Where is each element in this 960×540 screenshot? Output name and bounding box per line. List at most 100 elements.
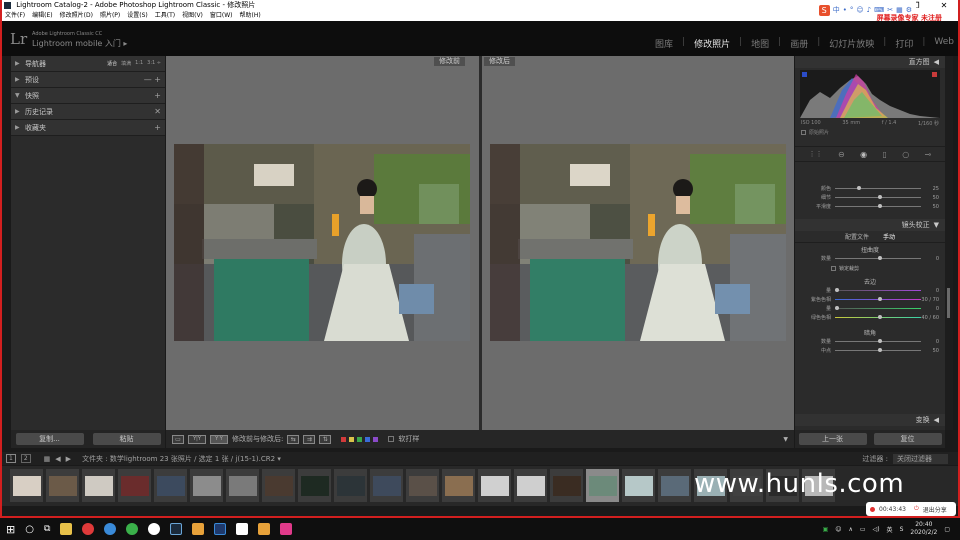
lightroom-taskbar-icon[interactable] xyxy=(170,523,183,535)
slider-knob[interactable] xyxy=(878,315,882,319)
filmstrip-thumbnail[interactable] xyxy=(514,469,547,502)
slider-knob[interactable] xyxy=(878,256,882,260)
collections-panel-header[interactable]: ▶ 收藏夹 + xyxy=(11,120,165,136)
reset-button[interactable]: 复位 xyxy=(873,433,942,445)
grid-view-icon[interactable]: ▦ xyxy=(44,455,51,463)
constrain-crop-checkbox[interactable] xyxy=(831,265,836,271)
app-icon[interactable] xyxy=(236,523,249,535)
yellow-label-icon[interactable] xyxy=(349,436,355,442)
tab-profile[interactable]: 配置文件 xyxy=(845,232,869,241)
menu-file[interactable]: 文件(F) xyxy=(5,11,25,21)
app-icon[interactable] xyxy=(258,523,271,535)
slider-knob[interactable] xyxy=(835,306,839,310)
slider-value[interactable]: 50 xyxy=(921,204,939,210)
forward-arrow-icon[interactable]: ▶ xyxy=(66,455,71,463)
slider-track[interactable] xyxy=(835,315,921,319)
presets-panel-header[interactable]: ▶ 预设 — + xyxy=(11,72,165,88)
file-explorer-icon[interactable] xyxy=(60,523,73,535)
exit-share-button[interactable]: 退出分享 xyxy=(923,505,947,514)
clock[interactable]: 20:40 2020/2/2 xyxy=(910,521,937,537)
green-hue-slider[interactable]: 绿色色相 40 / 60 xyxy=(795,313,945,322)
zoom-3-1[interactable]: 3:1 ÷ xyxy=(147,60,161,67)
add-collection-icon[interactable]: + xyxy=(154,123,161,132)
purple-amount-slider[interactable]: 量 0 xyxy=(795,286,945,295)
back-arrow-icon[interactable]: ◀ xyxy=(55,455,60,463)
slider-value[interactable]: 50 xyxy=(921,348,939,354)
after-photo[interactable] xyxy=(490,144,786,341)
paste-settings-button[interactable]: 粘贴 xyxy=(92,433,161,445)
module-develop[interactable]: 修改照片 xyxy=(694,37,730,50)
zoom-fit[interactable]: 适合 xyxy=(107,60,117,67)
previous-button[interactable]: 上一张 xyxy=(798,433,867,445)
filmstrip-thumbnail[interactable] xyxy=(190,469,223,502)
module-web[interactable]: Web xyxy=(934,37,954,50)
radial-filter-icon[interactable]: ○ xyxy=(902,150,909,159)
right-panel-scrollbar[interactable] xyxy=(945,56,953,430)
history-panel-header[interactable]: ▶ 历史记录 ✕ xyxy=(11,104,165,120)
slider-track[interactable] xyxy=(835,195,921,199)
ime-voice-icon[interactable]: ♪ xyxy=(867,6,871,14)
filmstrip-thumbnail[interactable] xyxy=(298,469,331,502)
ime-punct-icon[interactable]: • xyxy=(843,6,847,14)
slider-track[interactable] xyxy=(835,306,921,310)
filter-dropdown[interactable]: 关闭过滤器 xyxy=(893,453,948,464)
slider-knob[interactable] xyxy=(835,288,839,292)
ime-mode-icon[interactable]: 中 xyxy=(833,5,840,15)
menu-photo[interactable]: 照片(P) xyxy=(100,11,120,21)
copy-after-to-before-icon[interactable]: ⇉ xyxy=(303,434,316,444)
purple-hue-slider[interactable]: 紫色色相 30 / 70 xyxy=(795,295,945,304)
show-hidden-icon[interactable]: ∧ xyxy=(849,526,853,533)
start-button-icon[interactable]: ⊞ xyxy=(6,523,15,536)
tray-app-icon[interactable]: ▣ xyxy=(823,526,829,533)
spot-removal-icon[interactable]: ⊖ xyxy=(838,150,845,159)
swap-before-after-icon[interactable]: ⇅ xyxy=(319,434,332,444)
search-icon[interactable]: ○ xyxy=(25,524,34,535)
scrollbar-thumb[interactable] xyxy=(947,288,950,318)
menu-settings[interactable]: 设置(S) xyxy=(127,11,148,21)
filmstrip-thumbnail[interactable] xyxy=(10,469,43,502)
filmstrip-thumbnail[interactable] xyxy=(550,469,583,502)
filmstrip-thumbnail[interactable] xyxy=(442,469,475,502)
slider-value[interactable]: 0 xyxy=(921,339,939,345)
slider-value[interactable]: 0 xyxy=(921,256,939,262)
notification-icon[interactable]: ▢ xyxy=(944,526,950,533)
module-slideshow[interactable]: 幻灯片放映 xyxy=(829,37,874,50)
menu-develop[interactable]: 修改照片(D) xyxy=(60,11,93,21)
navigator-panel-header[interactable]: ▶ 导航器 适合 填满 1:1 3:1 ÷ xyxy=(11,56,165,72)
slider-knob[interactable] xyxy=(878,297,882,301)
chrome-icon[interactable] xyxy=(148,523,161,535)
recorder-icon[interactable] xyxy=(280,523,293,535)
filmstrip-thumbnail[interactable] xyxy=(226,469,259,502)
soft-proof-checkbox[interactable] xyxy=(388,436,395,442)
task-view-icon[interactable]: ⧉ xyxy=(44,524,50,534)
add-snapshot-icon[interactable]: + xyxy=(154,91,161,100)
color-noise-slider[interactable]: 颜色 25 xyxy=(795,184,945,193)
slider-track[interactable] xyxy=(835,256,921,260)
slider-value[interactable]: 50 xyxy=(921,195,939,201)
before-after-split-icon[interactable]: Y Y xyxy=(210,434,228,444)
tray-app-icon[interactable]: ☺ xyxy=(835,526,841,533)
app-icon[interactable] xyxy=(104,523,117,535)
slider-knob[interactable] xyxy=(878,348,882,352)
before-photo[interactable] xyxy=(174,144,470,341)
wechat-icon[interactable] xyxy=(126,523,139,535)
toolbar-menu-icon[interactable]: ▼ xyxy=(783,436,788,443)
ime-emoji-icon[interactable]: ☺ xyxy=(856,6,863,14)
before-after-left-right-icon[interactable]: Y|Y xyxy=(188,434,206,444)
volume-icon[interactable]: ◁) xyxy=(873,526,880,533)
ime-width-icon[interactable]: ° xyxy=(850,6,854,14)
slider-knob[interactable] xyxy=(878,339,882,343)
filmstrip-thumbnail[interactable] xyxy=(82,469,115,502)
snapshots-panel-header[interactable]: ▼ 快照 + xyxy=(11,88,165,104)
add-preset-icon[interactable]: — + xyxy=(144,75,161,84)
menu-tools[interactable]: 工具(T) xyxy=(155,11,175,21)
adjustment-brush-icon[interactable]: ⊸ xyxy=(925,150,932,159)
histogram[interactable] xyxy=(800,70,940,118)
filmstrip-thumbnail[interactable] xyxy=(586,469,619,502)
close-button[interactable]: ✕ xyxy=(930,0,958,11)
histogram-panel-header[interactable]: 直方图 ◀ xyxy=(795,56,945,68)
red-label-icon[interactable] xyxy=(341,436,347,442)
slider-value[interactable]: 30 / 70 xyxy=(921,297,939,303)
filmstrip-thumbnail[interactable] xyxy=(154,469,187,502)
module-map[interactable]: 地图 xyxy=(751,37,769,50)
